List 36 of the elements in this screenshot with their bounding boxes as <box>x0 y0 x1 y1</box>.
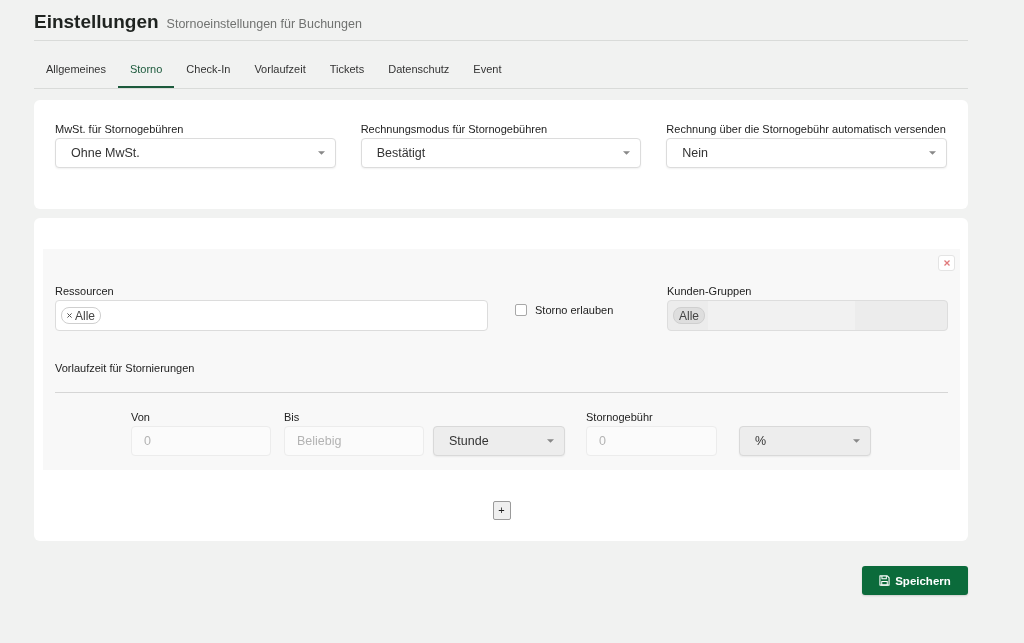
caret-icon <box>623 151 631 155</box>
select-field[interactable]: Nein <box>666 138 947 168</box>
tab[interactable]: Tickets <box>317 52 377 88</box>
select-field[interactable]: Bestätigt <box>360 138 642 168</box>
caret-icon <box>853 439 860 443</box>
field-label: Stornogebühr <box>586 410 654 424</box>
close-icon <box>943 260 950 266</box>
tab[interactable]: Check-In <box>174 52 243 88</box>
page-title: Einstellungen <box>34 10 159 34</box>
field-label: Ressourcen <box>55 284 115 298</box>
add-rule-button[interactable]: + <box>492 501 511 520</box>
tag: Alle <box>61 307 101 324</box>
tag: Alle <box>673 307 705 324</box>
tab[interactable]: Vorlaufzeit <box>242 52 318 88</box>
tab[interactable]: Datenschutz <box>376 52 462 88</box>
remove-icon[interactable] <box>67 313 72 318</box>
field-label: Rechnungsmodus für Stornogebühren <box>360 122 549 136</box>
select-field[interactable]: Ohne MwSt. <box>55 138 336 168</box>
page-subtitle: Stornoeinstellungen für Buchungen <box>166 17 362 31</box>
checkbox-label: Storno erlauben <box>535 304 614 316</box>
field-label: Kunden-Gruppen <box>667 284 753 298</box>
tag-select-field[interactable]: Alle <box>55 300 488 331</box>
checkbox[interactable] <box>515 304 527 316</box>
section-title: Vorlaufzeit für Stornierungen <box>55 361 196 375</box>
tab[interactable]: Event <box>461 52 514 88</box>
tab[interactable]: Allgemeines <box>34 52 118 88</box>
remove-rule-button[interactable] <box>938 255 955 271</box>
tab[interactable]: Storno <box>117 52 175 88</box>
caret-icon <box>317 151 325 155</box>
caret-icon <box>929 151 936 155</box>
field-label: Von <box>131 410 151 424</box>
caret-icon <box>547 439 554 443</box>
field-label: Bis <box>284 410 301 424</box>
field-label: MwSt. für Stornogebühren <box>55 122 185 136</box>
field-label: Rechnung über die Stornogebühr automatisch versenden <box>666 122 947 136</box>
save-button[interactable]: Speichern <box>862 566 968 595</box>
